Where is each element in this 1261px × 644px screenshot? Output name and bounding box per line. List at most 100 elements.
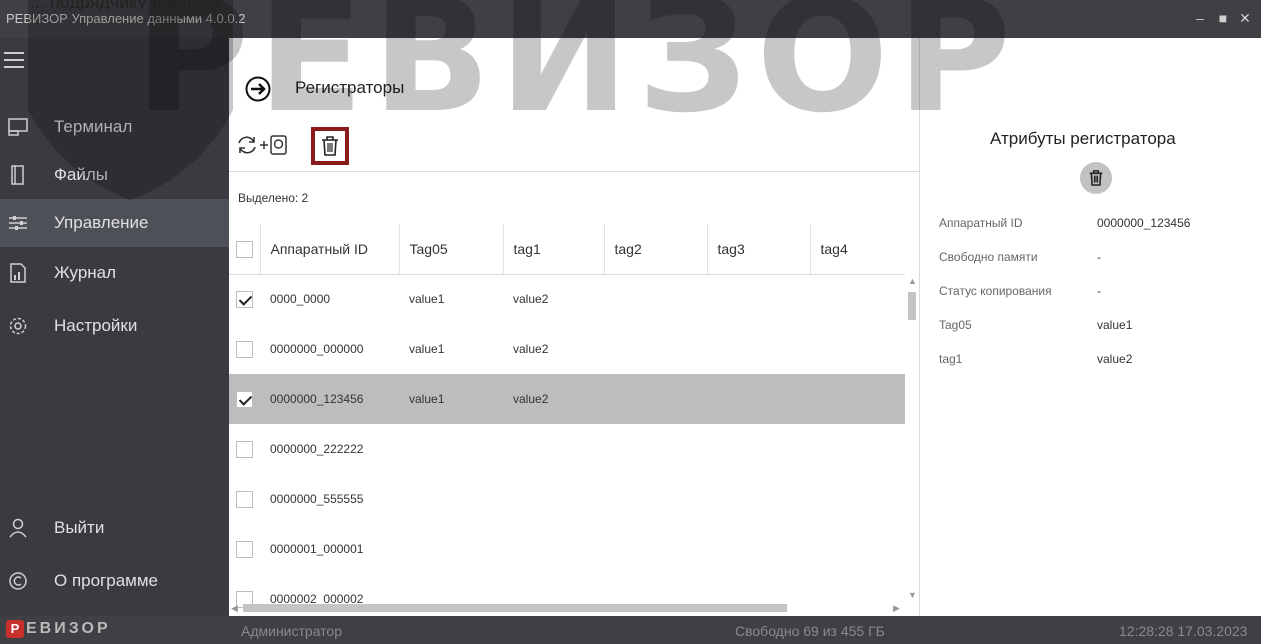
vertical-scrollbar[interactable]: ▲ ▼ (905, 276, 919, 602)
current-user: Администратор (241, 623, 343, 639)
row-checkbox[interactable] (236, 540, 253, 558)
sidebar: Терминал Файлы Управление Журнал Настрой… (0, 38, 229, 616)
table-row[interactable]: 0000000_123456 value1 value2 (229, 374, 905, 424)
select-all-checkbox[interactable] (235, 240, 253, 258)
table-row[interactable]: 0000001_000001 (229, 524, 905, 574)
sidebar-item-files[interactable]: Файлы (0, 151, 229, 199)
sidebar-item-label: О программе (54, 571, 159, 590)
table-cell: value2 (513, 342, 549, 356)
row-checkbox[interactable] (236, 440, 253, 458)
status-bar: Р ЕВИЗОР Администратор Свободно 69 из 45… (0, 616, 1261, 644)
table-cell (707, 474, 810, 524)
table-cell (810, 324, 905, 374)
sliders-icon (6, 211, 30, 235)
selection-count: Выделено: 2 (238, 191, 309, 205)
table-cell (707, 274, 810, 324)
column-header[interactable]: tag2 (603, 224, 707, 275)
sidebar-item-terminal[interactable]: Терминал (0, 103, 229, 151)
vertical-scroll-thumb[interactable] (908, 292, 916, 320)
add-registrator-button[interactable] (259, 132, 289, 158)
main-content: Регистраторы Выделено: 2 Аппаратный ID T… (229, 38, 919, 616)
table-cell: 0000000_555555 (270, 492, 364, 506)
delete-registrator-button[interactable] (311, 127, 349, 165)
maximize-icon[interactable]: ■ (1214, 9, 1232, 27)
copyright-icon (6, 569, 30, 593)
row-checkbox-cell[interactable] (229, 324, 260, 374)
table-cell (707, 424, 810, 474)
registrators-table: Аппаратный ID Tag05 tag1 tag2 tag3 tag4 … (229, 224, 905, 624)
terminal-icon (6, 115, 30, 139)
minimize-icon[interactable]: – (1191, 9, 1209, 27)
close-icon[interactable]: ✕ (1236, 9, 1254, 27)
delete-attributes-button[interactable] (1080, 162, 1112, 194)
table-row[interactable]: 0000000_000000 value1 value2 (229, 324, 905, 374)
column-header[interactable]: Аппаратный ID (259, 224, 399, 275)
attribute-label: tag1 (939, 352, 963, 366)
table-row[interactable]: 0000000_555555 (229, 474, 905, 524)
scroll-left-icon[interactable]: ◀ (231, 603, 238, 613)
table-cell: 0000000_222222 (270, 442, 364, 456)
row-checkbox[interactable] (236, 340, 253, 358)
column-header[interactable]: Tag05 (398, 224, 503, 275)
app-window: РЕВИЗОР Управление данными 4.0.0.2 – ■ ✕… (0, 0, 1261, 644)
horizontal-scrollbar[interactable]: ◀ ▶ (229, 601, 905, 615)
row-checkbox[interactable] (236, 490, 253, 508)
table-cell (810, 524, 905, 574)
row-checkbox-cell[interactable] (229, 524, 260, 574)
attribute-value: value2 (1097, 352, 1133, 366)
table-row[interactable]: 0000_0000 value1 value2 (229, 274, 905, 324)
table-cell (604, 274, 707, 324)
table-cell (503, 424, 604, 474)
table-cell (399, 524, 503, 574)
sidebar-item-management[interactable]: Управление (0, 199, 229, 247)
horizontal-scroll-thumb[interactable] (243, 604, 787, 612)
scroll-right-icon[interactable]: ▶ (893, 603, 900, 613)
toolbar-divider (229, 171, 919, 172)
table-cell (503, 524, 604, 574)
table-cell: 0000000_000000 (270, 342, 364, 356)
arrow-right-icon[interactable] (245, 76, 271, 102)
sidebar-item-label: Выйти (54, 518, 105, 537)
scroll-up-icon[interactable]: ▲ (908, 276, 917, 286)
table-cell: 0000001_000001 (270, 542, 364, 556)
user-icon (6, 516, 30, 540)
column-header[interactable]: tag1 (502, 224, 604, 275)
hamburger-menu-icon[interactable] (4, 52, 24, 68)
files-icon (6, 163, 30, 187)
scroll-down-icon[interactable]: ▼ (908, 590, 917, 600)
gear-icon (6, 314, 30, 338)
table-header-row: Аппаратный ID Tag05 tag1 tag2 tag3 tag4 (229, 224, 905, 275)
trash-icon (322, 136, 338, 156)
datetime: 12:28:28 17.03.2023 (1119, 623, 1248, 639)
sidebar-item-journal[interactable]: Журнал (0, 249, 229, 297)
sidebar-item-about[interactable]: О программе (0, 557, 229, 605)
sidebar-item-logout[interactable]: Выйти (0, 504, 229, 552)
row-checkbox-cell[interactable] (229, 374, 260, 424)
select-all-cell[interactable] (229, 224, 260, 275)
table-cell: 0000_0000 (270, 292, 331, 307)
window-title: РЕВИЗОР Управление данными 4.0.0.2 (6, 11, 246, 26)
column-header[interactable]: tag4 (809, 224, 905, 275)
row-checkbox-cell[interactable] (229, 424, 260, 474)
sidebar-item-label: Терминал (54, 117, 133, 136)
table-row[interactable]: 0000000_222222 (229, 424, 905, 474)
table-cell (604, 324, 707, 374)
row-checkbox-cell[interactable] (229, 274, 260, 324)
sidebar-item-settings[interactable]: Настройки (0, 302, 229, 350)
row-checkbox[interactable] (236, 290, 253, 308)
attribute-value: 0000000_123456 (1097, 216, 1191, 230)
table-cell: value1 (399, 374, 503, 424)
attribute-label: Статус копирования (939, 284, 1052, 298)
row-checkbox-cell[interactable] (229, 474, 260, 524)
storage-status: Свободно 69 из 455 ГБ (735, 623, 885, 639)
refresh-button[interactable] (235, 132, 259, 158)
attribute-value: - (1097, 284, 1101, 298)
table-cell (604, 524, 707, 574)
sidebar-item-label: Настройки (54, 316, 138, 335)
brand-logo: Р ЕВИЗОР (6, 620, 111, 638)
attribute-label: Аппаратный ID (939, 216, 1023, 230)
row-checkbox[interactable] (236, 390, 253, 408)
column-header[interactable]: tag3 (706, 224, 810, 275)
table-cell (707, 374, 810, 424)
panel-title: Атрибуты регистратора (990, 129, 1176, 148)
